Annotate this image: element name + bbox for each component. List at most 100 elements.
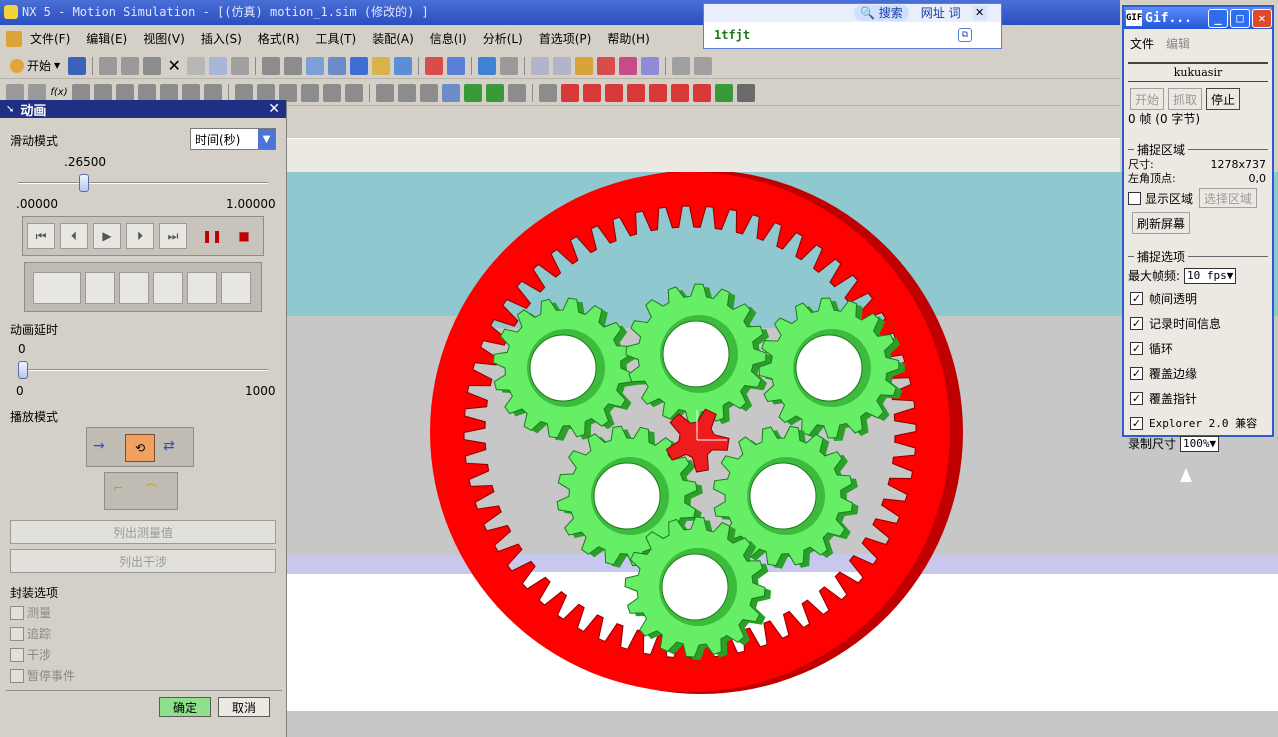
measure-icon[interactable] [672,56,691,75]
mark-tool-icon[interactable] [221,272,251,304]
camera-icon[interactable] [394,56,413,75]
rotate-icon[interactable] [350,56,369,75]
list-measure-button[interactable]: 列出测量值 [10,520,276,544]
skip-back-icon[interactable] [561,83,579,102]
menu-tools[interactable]: 工具(T) [308,29,365,49]
check-interference[interactable]: 干涉 [10,646,51,663]
arrow-left-icon[interactable] [464,83,482,102]
minimize-icon[interactable]: _ [1208,8,1228,28]
checkbox[interactable] [10,647,24,662]
menu-preferences[interactable]: 首选项(P) [531,29,600,49]
go-icon[interactable]: ⧉ [958,28,972,42]
skip-to-start-icon[interactable]: ⏮ [27,223,55,249]
cube-view-icon[interactable] [478,56,497,75]
pause-icon[interactable]: ❚❚ [198,223,226,249]
layout-icon[interactable] [500,56,519,75]
gif-menu-file[interactable]: 文件 [1130,35,1154,52]
ok-button[interactable]: 确定 [159,697,211,717]
render-icon[interactable] [425,56,444,75]
loop-icon[interactable] [715,83,733,102]
paste-icon[interactable] [143,56,162,75]
menu-format[interactable]: 格式(R) [250,29,308,49]
step-forward-icon[interactable]: ⏵ [126,223,154,249]
skip-forward-icon[interactable] [649,83,667,102]
damper-icon[interactable] [138,83,156,102]
check-trace[interactable]: 追踪 [10,625,51,642]
line-icon[interactable] [72,83,90,102]
delete-icon[interactable]: ✕ [165,56,183,75]
filter-icon[interactable] [231,56,250,75]
stop-icon[interactable]: ■ [230,223,258,249]
select-all-icon[interactable] [531,56,550,75]
packaging-tool-icon[interactable] [153,272,183,304]
analysis-icon[interactable] [345,83,363,102]
url-button[interactable]: 网址 词 [915,5,967,21]
close-icon[interactable]: ✕ [268,101,286,117]
zoom-region-icon[interactable] [284,56,303,75]
checkbox-checked[interactable]: ✓ [1130,392,1143,405]
check-pause-event[interactable]: 暂停事件 [10,667,75,684]
angle-icon[interactable] [694,56,713,75]
fx-icon[interactable]: f(x) [50,84,68,102]
refresh-button[interactable]: 刷新屏幕 [1132,212,1191,234]
play-icon[interactable]: ▶ [93,223,121,249]
play-first-icon[interactable] [539,83,557,102]
select-area-button[interactable]: 选择区域 [1199,188,1258,208]
trace-tool-icon[interactable] [85,272,115,304]
step-forward-icon[interactable] [627,83,645,102]
spring-icon[interactable] [116,83,134,102]
curve-icon[interactable] [94,83,112,102]
check-measure[interactable]: 测量 [10,604,51,621]
ping-pong-icon[interactable]: ⇄ [163,438,175,454]
menu-info[interactable]: 信息(I) [422,29,475,49]
opt-explorer-compat[interactable]: ✓ Explorer 2.0 兼容 [1124,411,1272,435]
undo-icon[interactable] [187,56,206,75]
maximize-icon[interactable]: □ [1230,8,1250,28]
loop-mode-icon[interactable]: ⟲ [125,434,155,462]
show-area-checkbox[interactable] [1128,191,1141,205]
checkbox-checked[interactable]: ✓ [1130,317,1143,330]
path-closed-icon[interactable]: ⌒ [145,481,169,503]
sensor-icon[interactable] [257,83,275,102]
slide-mode-select[interactable]: 时间(秒) ▼ [190,128,276,150]
checkbox[interactable] [10,668,24,683]
marker-icon[interactable] [235,83,253,102]
solver-icon[interactable] [301,83,319,102]
record-size-select[interactable]: 100% ▼ [1180,435,1220,452]
close-icon[interactable]: ✕ [972,6,987,20]
search-button[interactable]: 🔍 搜索 [854,5,909,21]
solution-icon[interactable] [323,83,341,102]
opt-cover-pointer[interactable]: ✓ 覆盖指针 [1124,386,1272,411]
pause-icon[interactable] [671,83,689,102]
menu-analysis[interactable]: 分析(L) [475,29,531,49]
packaging-icon[interactable] [420,83,438,102]
force-icon[interactable] [182,83,200,102]
select-icon[interactable] [209,56,228,75]
step-back-icon[interactable]: ⏴ [60,223,88,249]
stop-icon[interactable] [693,83,711,102]
checkbox-checked[interactable]: ✓ [1130,416,1143,430]
play-icon[interactable] [605,83,623,102]
menu-view[interactable]: 视图(V) [135,29,193,49]
link-icon[interactable] [575,56,594,75]
delay-slider-thumb[interactable] [18,361,28,379]
interference-tool-icon[interactable] [119,272,149,304]
gif-start-button[interactable]: 开始 [1130,88,1165,110]
flag-icon[interactable] [737,83,755,102]
opt-record-time[interactable]: ✓ 记录时间信息 [1124,311,1272,336]
time-slider-thumb[interactable] [79,174,90,192]
pin-icon[interactable]: ➘ [6,104,14,115]
path-tool-icon[interactable] [187,272,217,304]
gif-menu-edit[interactable]: 编辑 [1166,35,1190,52]
opt-cover-edge[interactable]: ✓ 覆盖边缘 [1124,361,1272,386]
start-button[interactable]: 开始 ▼ [6,56,64,76]
menu-insert[interactable]: 插入(S) [193,29,250,49]
checkbox[interactable] [10,626,24,641]
joint-icon[interactable] [619,56,638,75]
checkbox-checked[interactable]: ✓ [1130,367,1143,380]
gif-capture-button[interactable]: 抓取 [1168,88,1203,110]
settings-icon[interactable] [508,83,526,102]
graph-icon[interactable] [376,83,394,102]
save-icon[interactable] [68,56,87,75]
bushing-icon[interactable] [160,83,178,102]
